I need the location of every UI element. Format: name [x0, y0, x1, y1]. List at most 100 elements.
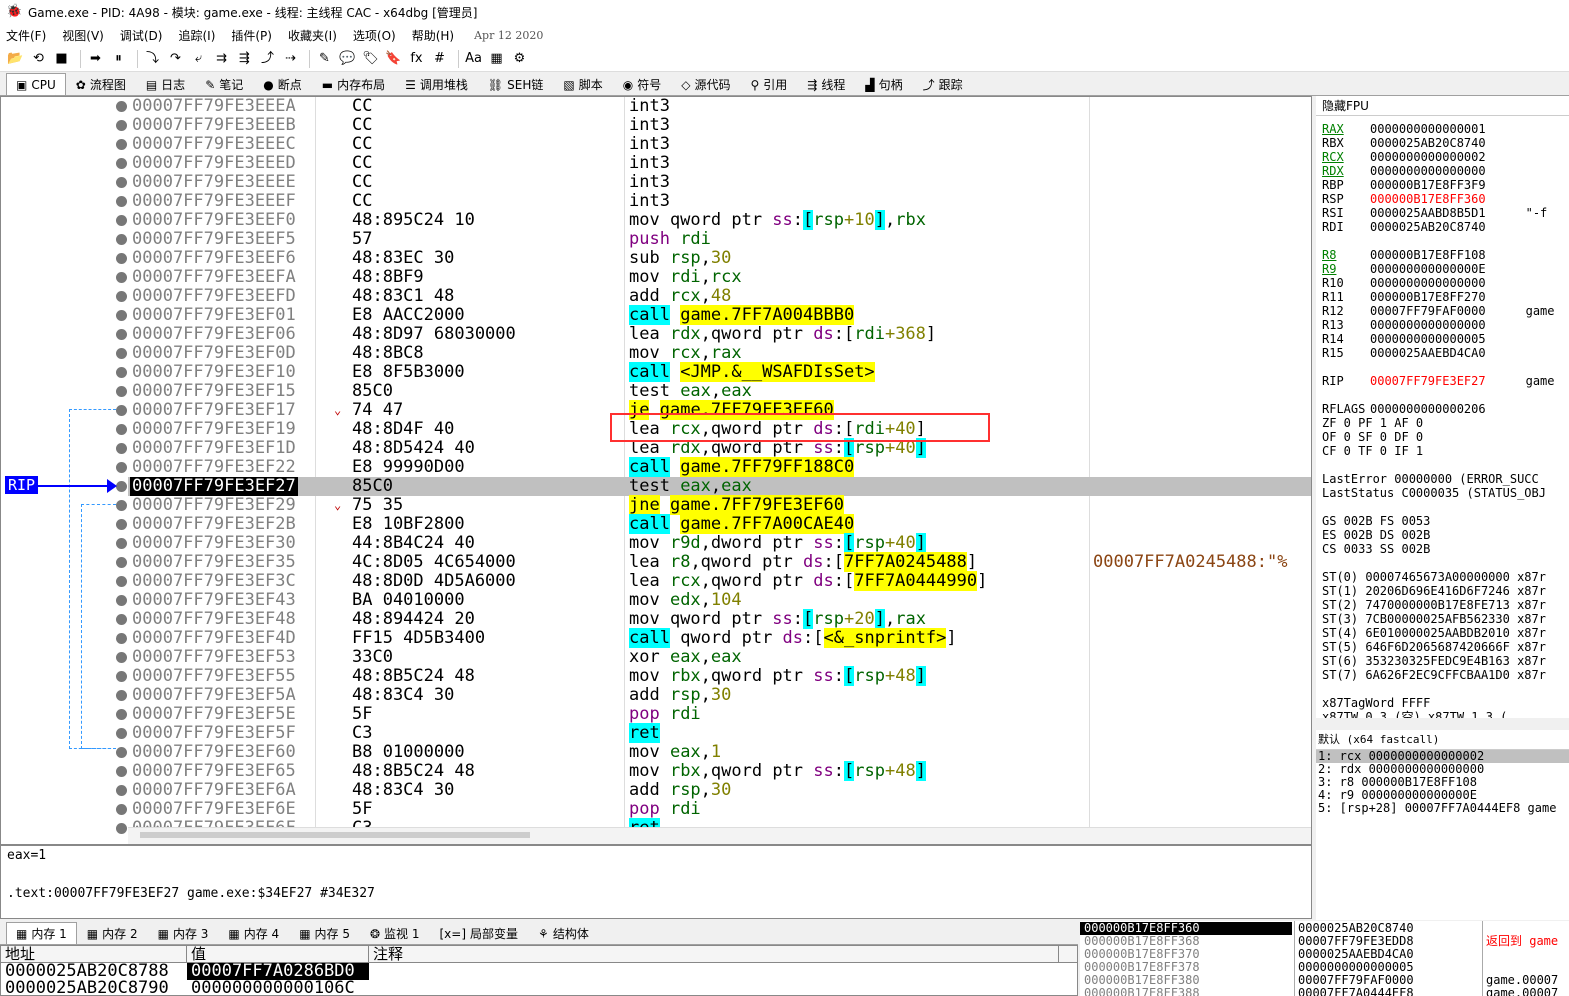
disasm-row[interactable]: 00007FF79FE3EF10 E8 8F5B3000 call <JMP.&__…: [116, 362, 1311, 382]
disasm-row[interactable]: 00007FF79FE3EF6A 48:83C4 30 add rsp,30: [116, 781, 1311, 800]
tab-watch[interactable]: ❂ 监视 1: [360, 922, 430, 944]
disasm-row[interactable]: 00007FF79FE3EF55 48:8B5C24 48 mov rbx,qwor…: [116, 666, 1311, 686]
disasm-row[interactable]: 00007FF79FE3EF5E 5F pop rdi: [116, 705, 1311, 724]
dump-header-address[interactable]: 地址: [1, 946, 187, 963]
dump-value[interactable]: 000000000000106C: [187, 980, 369, 995]
disasm-row[interactable]: 00007FF79FE3EF65 48:8B5C24 48 mov rbx,qwor…: [116, 761, 1311, 781]
breakpoint-toggle[interactable]: [116, 709, 127, 720]
comment-icon[interactable]: 💬: [338, 49, 357, 68]
register-row[interactable]: ST(5) 646F6D2065687420666F x87r: [1322, 640, 1546, 654]
disasm-row[interactable]: 00007FF79FE3EF27 85C0 test eax,eax: [116, 477, 1311, 496]
breakpoint-toggle[interactable]: [116, 500, 127, 511]
stack-row[interactable]: 000000B17E8FF388 00007FF7A0444EF8 game.000…: [1080, 987, 1569, 996]
disasm-row[interactable]: 00007FF79FE3EEEA CC int3: [116, 97, 1311, 116]
tab-cpu[interactable]: ▣ CPU: [6, 73, 66, 95]
register-row[interactable]: RSP 000000B17E8FF360: [1322, 192, 1486, 206]
breakpoint-toggle[interactable]: [116, 139, 127, 150]
register-row[interactable]: x87TW_0 3 (空) x87TW_1 3 (: [1322, 710, 1507, 718]
dump-row[interactable]: 0000025AB20C8790 000000000000106C: [1, 980, 1077, 995]
tab-memory[interactable]: ▦ 内存 2: [77, 922, 148, 944]
register-row[interactable]: RBX 0000025AB20C8740: [1322, 136, 1486, 150]
register-row[interactable]: RCX 0000000000000002: [1322, 150, 1486, 164]
pause-icon[interactable]: ⏸: [109, 49, 128, 68]
step-into-icon[interactable]: ⤵: [143, 49, 162, 68]
breakpoint-toggle[interactable]: [116, 728, 127, 739]
breakpoint-toggle[interactable]: [116, 443, 127, 454]
disasm-row[interactable]: 00007FF79FE3EF06 48:8D97 68030000 lea rdx,…: [116, 325, 1311, 344]
breakpoint-toggle[interactable]: [116, 652, 127, 663]
breakpoint-toggle[interactable]: [116, 253, 127, 264]
tab-handles[interactable]: ▟ 句柄: [855, 73, 912, 95]
tab-references[interactable]: ⚲ 引用: [740, 73, 797, 95]
stop-icon[interactable]: ■: [52, 49, 71, 68]
disasm-row[interactable]: 00007FF79FE3EEED CC int3: [116, 154, 1311, 173]
disassembly-view[interactable]: 00007FF79FE3EEEA CC int3 00007FF79FE3EEEB CC…: [0, 96, 1312, 845]
disasm-row[interactable]: 00007FF79FE3EF29 ⌄ 75 35 jne game.7FF79FE3E…: [116, 495, 1311, 515]
breakpoint-toggle[interactable]: [116, 196, 127, 207]
disasm-row[interactable]: 00007FF79FE3EF43 BA 04010000 mov edx,104: [116, 591, 1311, 610]
breakpoint-toggle[interactable]: [116, 576, 127, 587]
register-row[interactable]: R11 000000B17E8FF270: [1322, 290, 1486, 304]
horizontal-scrollbar[interactable]: [128, 827, 1311, 844]
breakpoint-toggle[interactable]: [116, 177, 127, 188]
register-row[interactable]: ST(2) 7470000000B17E8FE713 x87r: [1322, 598, 1546, 612]
stack-view[interactable]: 000000B17E8FF360 0000025AB20C8740 000000B1…: [1080, 921, 1569, 996]
font-icon[interactable]: Aa: [464, 49, 483, 68]
breakpoint-toggle[interactable]: [116, 367, 127, 378]
register-value[interactable]: 0000025AB20C8740: [1370, 220, 1486, 234]
function-icon[interactable]: fx: [407, 49, 426, 68]
disasm-row[interactable]: 00007FF79FE3EF48 48:894424 20 mov qword pt…: [116, 609, 1311, 629]
disasm-row[interactable]: 00007FF79FE3EF53 33C0 xor eax,eax: [116, 648, 1311, 667]
menu-item[interactable]: 收藏夹(I): [288, 27, 337, 44]
register-row[interactable]: x87TagWord FFFF: [1322, 696, 1430, 710]
trace-over-icon[interactable]: ⇶: [235, 49, 254, 68]
menu-item[interactable]: 选项(O): [353, 27, 396, 44]
bookmark-icon[interactable]: 🔖: [384, 49, 403, 68]
register-row[interactable]: CF 0 TF 0 IF 1: [1322, 444, 1423, 458]
step-over-icon[interactable]: ↷: [166, 49, 185, 68]
disasm-row[interactable]: 00007FF79FE3EEFA 48:8BF9 mov rdi,rcx: [116, 268, 1311, 287]
register-row[interactable]: ZF 0 PF 1 AF 0: [1322, 416, 1423, 430]
breakpoint-toggle[interactable]: [116, 557, 127, 568]
register-row[interactable]: R9 000000000000000E: [1322, 262, 1486, 276]
registers-pane[interactable]: RAX 0000000000000001 RBX 0000025AB20C8740 RC…: [1316, 116, 1569, 718]
register-row[interactable]: OF 0 SF 0 DF 0: [1322, 430, 1423, 444]
register-row[interactable]: RBP 000000B17E8FF3F9: [1322, 178, 1486, 192]
register-row[interactable]: ST(4) 6E010000025AABDB2010 x87r: [1322, 626, 1546, 640]
tab-breakpoint[interactable]: ● 断点: [253, 73, 312, 95]
register-row[interactable]: R14 0000000000000005: [1322, 332, 1486, 346]
register-value[interactable]: 00007FF79FAF0000: [1370, 304, 1486, 318]
tab-seh[interactable]: ⛓ SEH链: [478, 73, 553, 95]
register-row[interactable]: R15 0000025AAEBD4CA0: [1322, 346, 1486, 360]
tab-threads[interactable]: ⇶ 线程: [797, 73, 855, 95]
breakpoint-toggle[interactable]: [116, 120, 127, 131]
disasm-row[interactable]: 00007FF79FE3EF3C 48:8D0D 4D5A6000 lea rcx,…: [116, 571, 1311, 591]
disasm-row[interactable]: 00007FF79FE3EF30 44:8B4C24 40 mov r9d,dwor…: [116, 533, 1311, 553]
tab-memory[interactable]: ▦ 内存 4: [218, 922, 289, 944]
breakpoint-toggle[interactable]: [116, 424, 127, 435]
scrollbar-thumb[interactable]: [140, 832, 530, 838]
register-row[interactable]: GS 002B FS 0053: [1322, 514, 1430, 528]
register-row[interactable]: RDI 0000025AB20C8740: [1322, 220, 1486, 234]
tab-locals[interactable]: [x=] 局部变量: [430, 922, 529, 944]
breakpoint-toggle[interactable]: [116, 538, 127, 549]
register-value[interactable]: 0000000000000005: [1370, 332, 1486, 346]
register-row[interactable]: ST(7) 6A626F2EC9CFFCBAA1D0 x87r: [1322, 668, 1546, 682]
breakpoint-toggle[interactable]: [116, 101, 127, 112]
disasm-row[interactable]: 00007FF79FE3EEEE CC int3: [116, 173, 1311, 192]
restart-icon[interactable]: ⟲: [29, 49, 48, 68]
tab-trace[interactable]: ⤴ 跟踪: [913, 73, 973, 95]
register-value[interactable]: 0000025AAEBD4CA0: [1370, 346, 1486, 360]
disasm-row[interactable]: 00007FF79FE3EF22 E8 99990D00 call game.7FF…: [116, 457, 1311, 477]
breakpoint-toggle[interactable]: [116, 348, 127, 359]
breakpoint-toggle[interactable]: [116, 215, 127, 226]
dump-row[interactable]: 0000025AB20C8788 00007FF7A0286BD0: [1, 963, 1077, 980]
register-row[interactable]: ES 002B DS 002B: [1322, 528, 1430, 542]
breakpoint-toggle[interactable]: [116, 291, 127, 302]
breakpoint-toggle[interactable]: [116, 329, 127, 340]
tab-struct[interactable]: ⚘ 结构体: [528, 922, 599, 944]
breakpoint-toggle[interactable]: [116, 310, 127, 321]
register-row[interactable]: ST(1) 20206D696E416D6F7246 x87r: [1322, 584, 1546, 598]
breakpoint-toggle[interactable]: [116, 595, 127, 606]
breakpoint-toggle[interactable]: [116, 158, 127, 169]
